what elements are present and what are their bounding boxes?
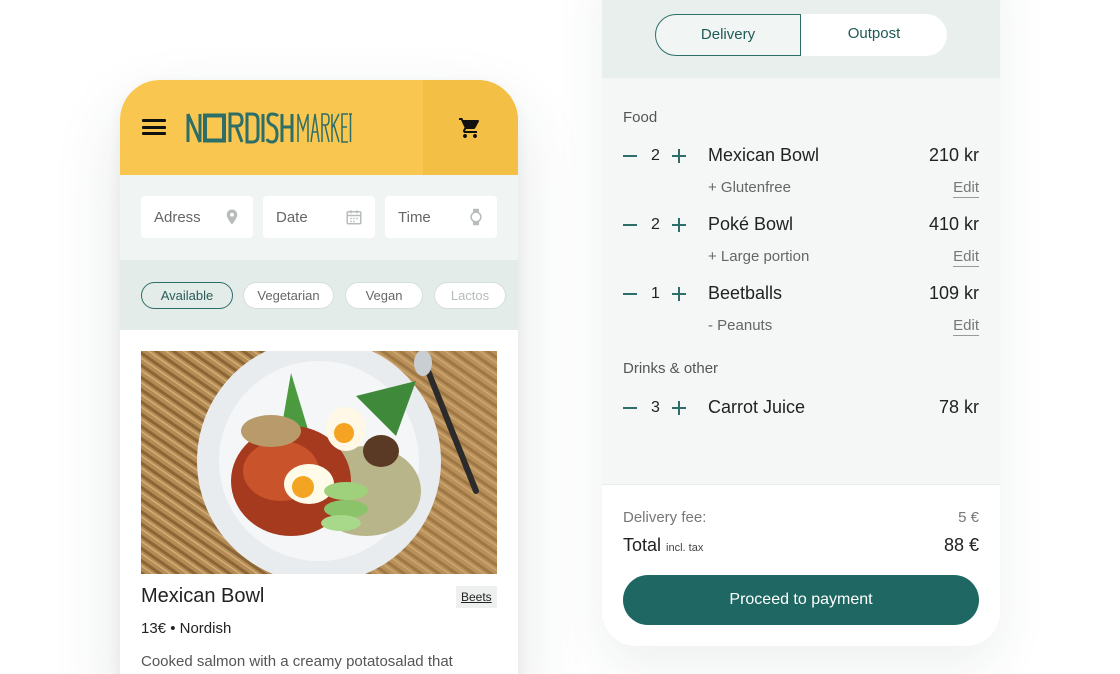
item-quantity: 2 <box>651 216 660 233</box>
cart-panel: Delivery Outpost Food 2 Mexican Bowl 210… <box>602 0 1000 646</box>
date-input[interactable]: Date <box>263 196 375 238</box>
increase-quantity-button[interactable] <box>672 218 686 232</box>
phone-screen: Adress Date Time Available Vegetarian Ve… <box>120 80 518 674</box>
filter-chip-vegetarian[interactable]: Vegetarian <box>243 282 334 309</box>
item-option: + Glutenfree <box>708 179 791 196</box>
cart-summary: Delivery fee: 5 € Total incl. tax 88 € P… <box>602 484 1000 646</box>
delivery-fee-label: Delivery fee: <box>623 509 707 526</box>
item-name: Mexican Bowl <box>708 145 820 165</box>
item-option: - Peanuts <box>708 317 773 334</box>
section-label-food: Food <box>623 109 658 126</box>
date-placeholder: Date <box>276 209 308 226</box>
address-placeholder: Adress <box>154 209 201 226</box>
cart-item: 2 Poké Bowl 410 kr <box>623 213 979 237</box>
edit-item-link[interactable]: Edit <box>953 179 979 198</box>
nordishmarket-logo <box>186 112 352 144</box>
decrease-quantity-button[interactable] <box>623 407 637 409</box>
watch-icon <box>470 208 482 226</box>
item-price: 78 kr <box>938 397 979 417</box>
filter-chip-lactos[interactable]: Lactos <box>434 282 506 309</box>
filter-chip-vegan[interactable]: Vegan <box>345 282 423 309</box>
shopping-cart-icon[interactable] <box>458 116 482 140</box>
delivery-fee-value: 5 € <box>958 509 979 526</box>
total-label: Total incl. tax <box>623 535 703 556</box>
item-price: 410 kr <box>928 214 979 234</box>
tab-outpost[interactable]: Outpost <box>801 14 947 56</box>
tab-delivery[interactable]: Delivery <box>655 14 801 56</box>
item-name: Carrot Juice <box>708 397 806 417</box>
cart-item: 1 Beetballs 109 kr <box>623 282 979 306</box>
total-tax-note: incl. tax <box>666 542 704 554</box>
item-quantity: 2 <box>651 147 660 164</box>
product-description: Cooked salmon with a creamy potatosalad … <box>141 653 453 670</box>
decrease-quantity-button[interactable] <box>623 293 637 295</box>
total-label-text: Total <box>623 535 662 555</box>
item-quantity: 1 <box>651 285 660 302</box>
address-input[interactable]: Adress <box>141 196 253 238</box>
section-label-drinks: Drinks & other <box>623 360 719 377</box>
calendar-icon <box>346 210 362 225</box>
cart-header: Delivery Outpost <box>602 0 1000 78</box>
increase-quantity-button[interactable] <box>672 401 686 415</box>
cart-item: 2 Mexican Bowl 210 kr <box>623 144 979 168</box>
app-header <box>120 80 518 175</box>
item-price: 210 kr <box>928 145 979 165</box>
filter-chips: Available Vegetarian Vegan Lactos <box>120 260 518 330</box>
time-placeholder: Time <box>398 209 431 226</box>
decrease-quantity-button[interactable] <box>623 155 637 157</box>
proceed-to-payment-button[interactable]: Proceed to payment <box>623 575 979 625</box>
edit-item-link[interactable]: Edit <box>953 248 979 267</box>
total-value: 88 € <box>943 535 979 555</box>
edit-item-link[interactable]: Edit <box>953 317 979 336</box>
decrease-quantity-button[interactable] <box>623 224 637 226</box>
filter-chip-available[interactable]: Available <box>141 282 233 309</box>
location-pin-icon <box>226 209 238 225</box>
delivery-toggle: Delivery Outpost <box>655 14 947 56</box>
time-input[interactable]: Time <box>385 196 497 238</box>
product-name: Mexican Bowl <box>141 585 265 607</box>
product-image[interactable] <box>141 351 497 574</box>
item-quantity: 3 <box>651 399 660 416</box>
item-name: Poké Bowl <box>708 214 794 234</box>
item-name: Beetballs <box>708 283 783 303</box>
search-bar: Adress Date Time <box>120 175 518 260</box>
product-tag[interactable]: Beets <box>456 586 497 608</box>
product-meta: 13€ • Nordish <box>141 620 232 637</box>
increase-quantity-button[interactable] <box>672 149 686 163</box>
increase-quantity-button[interactable] <box>672 287 686 301</box>
cart-item: 3 Carrot Juice 78 kr <box>623 396 979 420</box>
hamburger-menu-icon[interactable] <box>142 119 166 135</box>
item-price: 109 kr <box>928 283 979 303</box>
item-option: + Large portion <box>708 248 810 265</box>
